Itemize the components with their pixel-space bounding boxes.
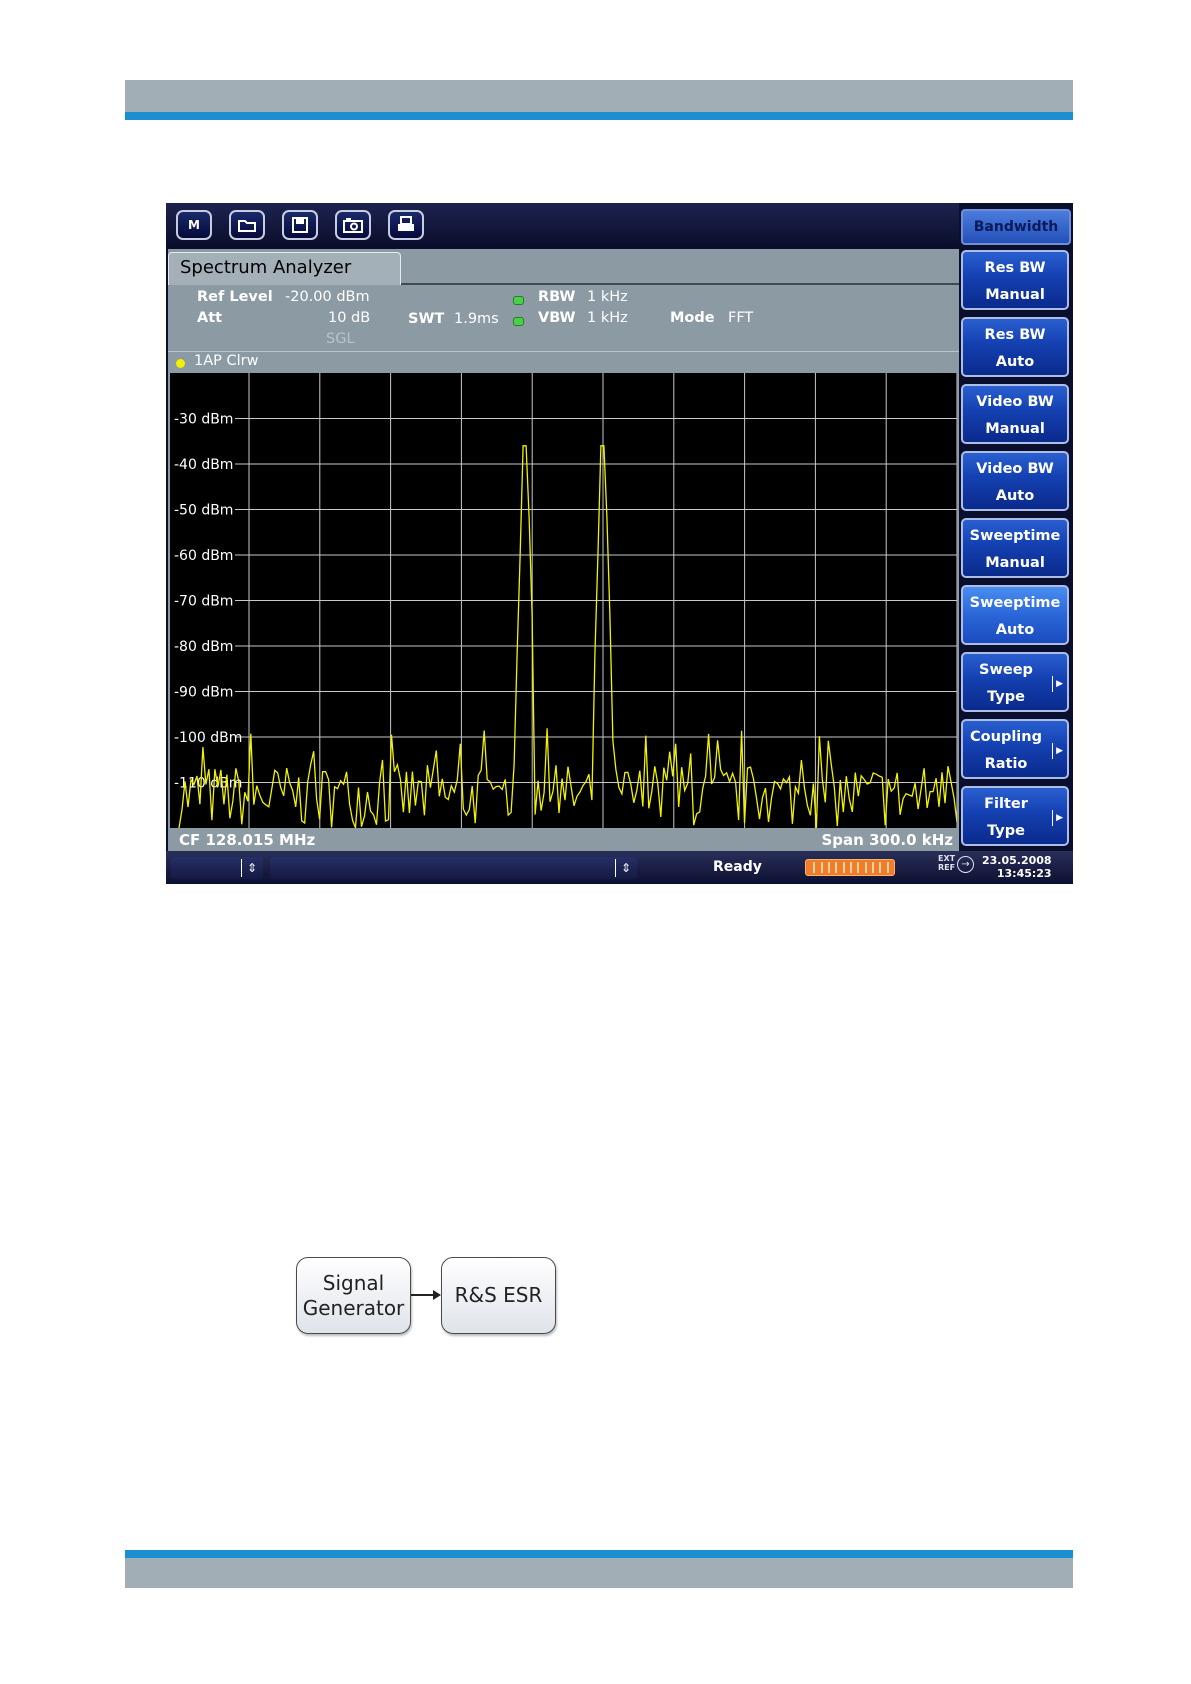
mode-button[interactable]: M [176, 210, 212, 240]
mode-icon: M [188, 218, 200, 232]
swt-label: SWT [408, 311, 445, 327]
ref-level-label: Ref Level [197, 289, 273, 305]
box-line-1: Signal [322, 1270, 385, 1295]
softkey-sweeptime-auto[interactable]: Sweeptime Auto [961, 585, 1069, 645]
status-field-2[interactable]: ⇕ [270, 857, 637, 879]
swt-value: 1.9ms [454, 311, 499, 327]
footer-band-accent [125, 1550, 1073, 1558]
sgl-indicator: SGL [326, 331, 355, 347]
softkey-label-1: Sweeptime [969, 595, 1061, 611]
y-tick-label: -40 dBm [174, 457, 233, 473]
date-time: 23.05.2008 13:45:23 [982, 854, 1052, 880]
esr-box: R&S ESR [441, 1257, 556, 1334]
ext-ref-label: EXT REF [938, 854, 955, 872]
header-band-accent [125, 112, 1073, 120]
ready-status: Ready [713, 859, 762, 875]
box-line-2: Generator [302, 1295, 405, 1320]
printer-icon [398, 216, 414, 231]
spectrum-chart: -30 dBm -40 dBm -50 dBm -60 dBm -70 dBm -80 d… [174, 373, 957, 828]
softkey-label-2: Manual [985, 555, 1045, 571]
softkey-label-2: Auto [995, 488, 1035, 504]
span: Span 300.0 kHz [821, 831, 954, 849]
softkey-filter-type[interactable]: Filter Type ▶ [961, 786, 1069, 846]
spectrum-trace [178, 445, 957, 828]
mode-label: Mode [670, 310, 715, 326]
status-bar: ⇕ ⇕ Ready EXT REF → 23.05.2008 13:45:23 [166, 851, 1073, 884]
rbw-value: 1 kHz [587, 289, 628, 305]
trace-label: 1AP Clrw [194, 353, 259, 369]
spectrum-plot[interactable]: -30 dBm -40 dBm -50 dBm -60 dBm -70 dBm -80 d… [170, 373, 957, 828]
vbw-value: 1 kHz [587, 310, 628, 326]
print-button[interactable] [388, 210, 424, 240]
screenshot-button[interactable] [335, 210, 371, 240]
rbw-coupling-led [513, 296, 524, 305]
submenu-arrow-icon: ▶ [1052, 810, 1063, 826]
mode-value: FFT [728, 310, 754, 326]
softkey-panel: Bandwidth Res BW Manual Res BW Auto Video BW… [959, 203, 1073, 884]
att-value: 10 dB [328, 310, 371, 326]
y-tick-label: -70 dBm [174, 594, 233, 610]
softkey-label-2: Manual [985, 421, 1045, 437]
y-tick-label: -100 dBm [174, 730, 242, 746]
header-band [125, 80, 1073, 112]
ext-ref-top: EXT [938, 854, 956, 863]
vbw-coupling-led [513, 317, 524, 326]
status-field-1[interactable]: ⇕ [171, 857, 263, 879]
save-icon [292, 217, 308, 233]
submenu-arrow-icon: ▶ [1052, 743, 1063, 759]
analyzer-screen: M Bandwidth Res BW Manual Res BW Auto Video … [166, 203, 1073, 884]
y-tick-label: -90 dBm [174, 685, 233, 701]
vbw-label: VBW [538, 310, 576, 326]
softkey-res-bw-auto[interactable]: Res BW Auto [961, 317, 1069, 377]
center-frequency: CF 128.015 MHz [179, 831, 316, 849]
esr-label: R&S ESR [454, 1283, 543, 1307]
spinner-icon: ⇕ [614, 859, 631, 877]
ext-ref-bottom: REF [938, 863, 956, 872]
open-icon [238, 220, 256, 232]
rbw-label: RBW [538, 289, 576, 305]
trace-color-dot [176, 359, 185, 368]
softkey-label-1: Res BW [984, 260, 1046, 276]
softkey-sweep-type[interactable]: Sweep Type ▶ [961, 652, 1069, 712]
spinner-icon: ⇕ [240, 859, 257, 877]
trace-info-bar: 1AP Clrw [168, 351, 959, 373]
submenu-arrow-icon: ▶ [1052, 676, 1063, 692]
softkey-label-2: Auto [995, 354, 1035, 370]
softkey-coupling-ratio[interactable]: Coupling Ratio ▶ [961, 719, 1069, 779]
softkey-label-1: Video BW [976, 461, 1054, 477]
save-button[interactable] [282, 210, 318, 240]
sweep-progress-bar [805, 859, 895, 876]
softkey-label-1: Sweeptime [969, 528, 1061, 544]
softkey-res-bw-manual[interactable]: Res BW Manual [961, 250, 1069, 310]
time: 13:45:23 [996, 867, 1052, 880]
date: 23.05.2008 [982, 854, 1052, 867]
footer-band [125, 1558, 1073, 1588]
y-tick-label: -80 dBm [174, 639, 233, 655]
tab-divider [401, 283, 959, 285]
softkey-label-2: Auto [995, 622, 1035, 638]
y-tick-label: -50 dBm [174, 503, 233, 519]
signal-generator-box: Signal Generator [296, 1257, 411, 1334]
tab-spectrum-analyzer[interactable]: Spectrum Analyzer [168, 252, 401, 285]
softkey-video-bw-auto[interactable]: Video BW Auto [961, 451, 1069, 511]
softkey-label-2: Manual [985, 287, 1045, 303]
y-tick-label: -60 dBm [174, 548, 233, 564]
att-label: Att [197, 310, 223, 326]
toolbar: M [166, 203, 959, 248]
open-button[interactable] [229, 210, 265, 240]
softkey-menu-title: Bandwidth [961, 209, 1071, 245]
y-tick-label: -30 dBm [174, 412, 233, 428]
connection-arrow [411, 1290, 441, 1300]
softkey-label-1: Res BW [984, 327, 1046, 343]
softkey-sweeptime-manual[interactable]: Sweeptime Manual [961, 518, 1069, 578]
softkey-video-bw-manual[interactable]: Video BW Manual [961, 384, 1069, 444]
softkey-label-1: Video BW [976, 394, 1054, 410]
camera-icon [343, 218, 363, 233]
spectrum-panel: Spectrum Analyzer Ref Level -20.00 dBm A… [168, 249, 959, 851]
ext-ref-icon: → [957, 856, 974, 873]
ref-level-value: -20.00 dBm [285, 289, 370, 305]
